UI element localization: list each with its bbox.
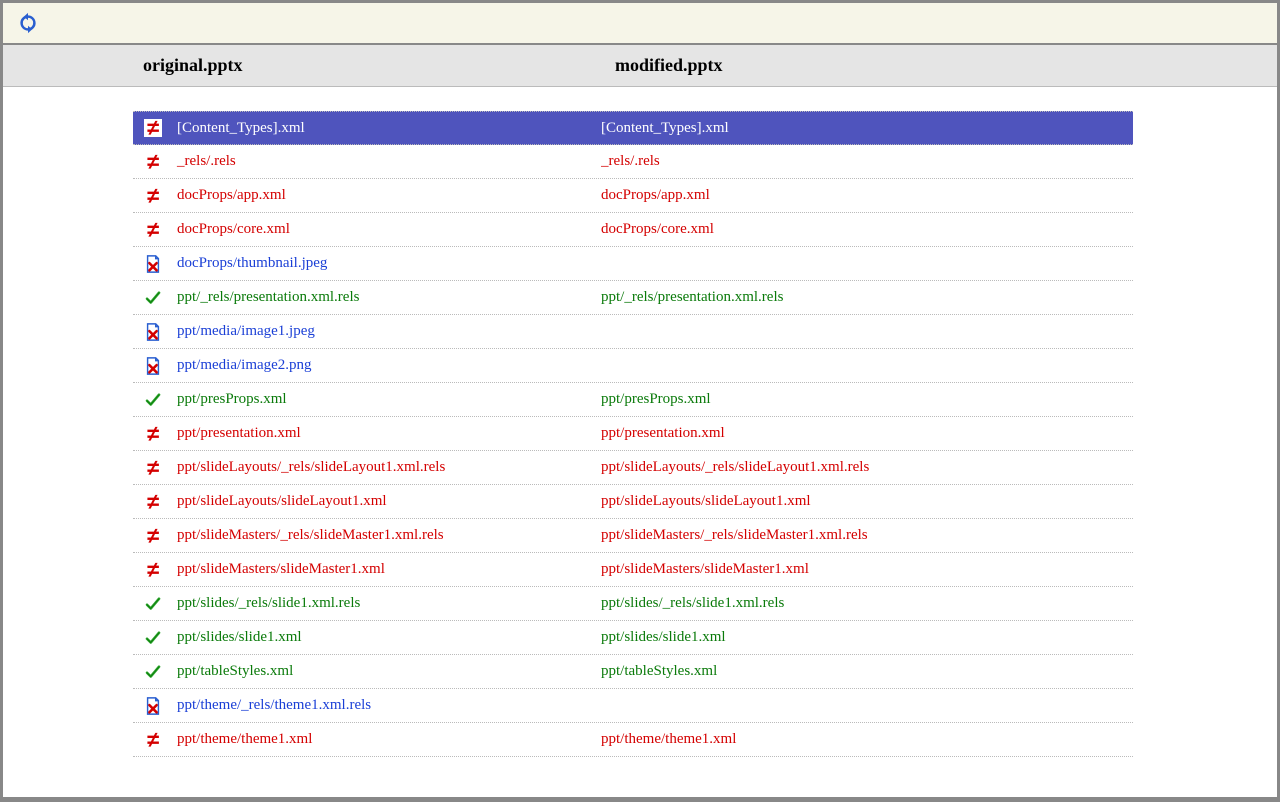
table-row[interactable]: ≠ ppt/slideMasters/_rels/slideMaster1.xml… <box>133 519 1133 553</box>
row-left-path: docProps/app.xml <box>173 187 601 204</box>
not-equal-icon: ≠ <box>143 560 163 580</box>
not-equal-icon: ≠ <box>143 186 163 206</box>
row-status-icon <box>133 628 173 648</box>
app-window: original.pptx modified.pptx ≠ [Content_Ty… <box>2 2 1278 798</box>
table-row[interactable]: ppt/tableStyles.xmlppt/tableStyles.xml <box>133 655 1133 689</box>
table-row[interactable]: ppt/theme/_rels/theme1.xml.rels <box>133 689 1133 723</box>
row-right-path: ppt/presentation.xml <box>601 425 1133 442</box>
row-status-icon: ≠ <box>133 220 173 240</box>
refresh-icon[interactable] <box>17 12 39 34</box>
row-left-path: _rels/.rels <box>173 153 601 170</box>
row-left-path: ppt/slideLayouts/_rels/slideLayout1.xml.… <box>173 459 601 476</box>
table-row[interactable]: ppt/_rels/presentation.xml.relsppt/_rels… <box>133 281 1133 315</box>
check-icon <box>143 662 163 682</box>
row-status-icon <box>133 662 173 682</box>
table-row[interactable]: ≠ docProps/core.xmldocProps/core.xml <box>133 213 1133 247</box>
row-left-path: ppt/slideMasters/_rels/slideMaster1.xml.… <box>173 527 601 544</box>
row-right-path: ppt/slideLayouts/_rels/slideLayout1.xml.… <box>601 459 1133 476</box>
row-status-icon: ≠ <box>133 458 173 478</box>
row-status-icon: ≠ <box>133 424 173 444</box>
check-icon <box>143 288 163 308</box>
row-left-path: docProps/core.xml <box>173 221 601 238</box>
row-status-icon <box>133 390 173 410</box>
row-left-path: ppt/presentation.xml <box>173 425 601 442</box>
not-equal-icon: ≠ <box>143 220 163 240</box>
toolbar <box>3 3 1277 45</box>
table-row[interactable]: ≠ ppt/slideMasters/slideMaster1.xmlppt/sl… <box>133 553 1133 587</box>
diff-table: ≠[Content_Types].xml[Content_Types].xml≠… <box>133 111 1133 757</box>
row-right-path: ppt/slides/slide1.xml <box>601 629 1133 646</box>
row-status-icon <box>133 288 173 308</box>
row-status-icon: ≠ <box>133 730 173 750</box>
row-right-path: ppt/theme/theme1.xml <box>601 731 1133 748</box>
table-row[interactable]: ppt/media/image2.png <box>133 349 1133 383</box>
check-icon <box>143 628 163 648</box>
not-equal-icon: ≠ <box>143 730 163 750</box>
check-icon <box>143 594 163 614</box>
row-left-path: ppt/theme/theme1.xml <box>173 731 601 748</box>
row-left-path: ppt/slides/slide1.xml <box>173 629 601 646</box>
table-row[interactable]: ≠ docProps/app.xmldocProps/app.xml <box>133 179 1133 213</box>
not-equal-icon: ≠ <box>143 526 163 546</box>
row-right-path: ppt/tableStyles.xml <box>601 663 1133 680</box>
row-status-icon <box>133 254 173 274</box>
header-modified: modified.pptx <box>615 55 723 76</box>
deleted-file-icon <box>143 322 163 342</box>
row-right-path: ppt/_rels/presentation.xml.rels <box>601 289 1133 306</box>
column-headers: original.pptx modified.pptx <box>3 45 1277 87</box>
row-right-path: ppt/slideMasters/slideMaster1.xml <box>601 561 1133 578</box>
row-left-path: ppt/slides/_rels/slide1.xml.rels <box>173 595 601 612</box>
deleted-file-icon <box>143 254 163 274</box>
table-row[interactable]: ≠ [Content_Types].xml[Content_Types].xml <box>133 111 1133 145</box>
table-row[interactable]: ppt/slides/slide1.xmlppt/slides/slide1.x… <box>133 621 1133 655</box>
row-status-icon: ≠ <box>133 492 173 512</box>
row-right-path: docProps/core.xml <box>601 221 1133 238</box>
deleted-file-icon <box>143 356 163 376</box>
row-status-icon: ≠ <box>133 526 173 546</box>
row-left-path: docProps/thumbnail.jpeg <box>173 255 601 272</box>
table-row[interactable]: ≠ ppt/slideLayouts/_rels/slideLayout1.xml… <box>133 451 1133 485</box>
table-row[interactable]: ≠ ppt/slideLayouts/slideLayout1.xmlppt/sl… <box>133 485 1133 519</box>
row-left-path: ppt/media/image2.png <box>173 357 601 374</box>
row-left-path: ppt/tableStyles.xml <box>173 663 601 680</box>
table-row[interactable]: docProps/thumbnail.jpeg <box>133 247 1133 281</box>
table-row[interactable]: ppt/slides/_rels/slide1.xml.relsppt/slid… <box>133 587 1133 621</box>
check-icon <box>143 390 163 410</box>
not-equal-icon: ≠ <box>143 424 163 444</box>
table-row[interactable]: ppt/presProps.xmlppt/presProps.xml <box>133 383 1133 417</box>
row-status-icon: ≠ <box>133 186 173 206</box>
row-left-path: ppt/_rels/presentation.xml.rels <box>173 289 601 306</box>
row-left-path: ppt/theme/_rels/theme1.xml.rels <box>173 697 601 714</box>
row-right-path: ppt/slideMasters/_rels/slideMaster1.xml.… <box>601 527 1133 544</box>
row-left-path: ppt/media/image1.jpeg <box>173 323 601 340</box>
row-right-path: [Content_Types].xml <box>601 120 1133 137</box>
table-row[interactable]: ≠ ppt/presentation.xmlppt/presentation.xm… <box>133 417 1133 451</box>
row-status-icon: ≠ <box>133 152 173 172</box>
row-right-path: _rels/.rels <box>601 153 1133 170</box>
not-equal-icon: ≠ <box>143 152 163 172</box>
row-left-path: ppt/slideMasters/slideMaster1.xml <box>173 561 601 578</box>
not-equal-icon: ≠ <box>144 119 162 137</box>
table-row[interactable]: ppt/media/image1.jpeg <box>133 315 1133 349</box>
row-status-icon: ≠ <box>133 119 173 137</box>
header-original: original.pptx <box>143 55 615 76</box>
diff-list-container: ≠[Content_Types].xml[Content_Types].xml≠… <box>3 87 1277 793</box>
row-left-path: [Content_Types].xml <box>173 120 601 137</box>
row-left-path: ppt/presProps.xml <box>173 391 601 408</box>
not-equal-icon: ≠ <box>143 492 163 512</box>
row-status-icon: ≠ <box>133 560 173 580</box>
row-status-icon <box>133 696 173 716</box>
row-status-icon <box>133 594 173 614</box>
row-right-path: ppt/slides/_rels/slide1.xml.rels <box>601 595 1133 612</box>
row-status-icon <box>133 356 173 376</box>
table-row[interactable]: ≠ _rels/.rels_rels/.rels <box>133 145 1133 179</box>
row-right-path: ppt/slideLayouts/slideLayout1.xml <box>601 493 1133 510</box>
row-status-icon <box>133 322 173 342</box>
deleted-file-icon <box>143 696 163 716</box>
row-right-path: ppt/presProps.xml <box>601 391 1133 408</box>
table-row[interactable]: ≠ ppt/theme/theme1.xmlppt/theme/theme1.xm… <box>133 723 1133 757</box>
not-equal-icon: ≠ <box>143 458 163 478</box>
row-left-path: ppt/slideLayouts/slideLayout1.xml <box>173 493 601 510</box>
row-right-path: docProps/app.xml <box>601 187 1133 204</box>
